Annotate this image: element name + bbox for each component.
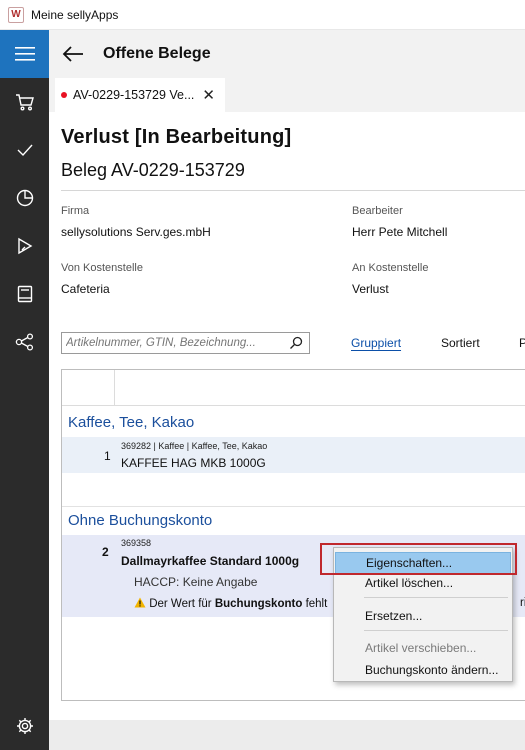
row-article-name: KAFFEE HAG MKB 1000G (121, 456, 266, 470)
grid-header (62, 370, 525, 406)
group-title: Kaffee, Tee, Kakao (68, 414, 195, 431)
haccp-label: HACCP: (134, 575, 180, 589)
document-tab-label: AV-0229-153729 Ve... (73, 88, 195, 102)
haccp-value: Keine Angabe (182, 575, 258, 589)
row-article-name: Dallmayrkaffee Standard 1000g (121, 554, 300, 568)
menu-item-ersetzen[interactable]: Ersetzen... (335, 605, 511, 627)
page-header: Offene Belege (49, 30, 525, 78)
cart-icon (15, 94, 34, 111)
document-tab[interactable]: AV-0229-153729 Ve... ✕ (55, 78, 225, 112)
warning-icon (134, 597, 146, 608)
row-meta: 369282 | Kaffee | Kaffee, Tee, Kakao (121, 441, 268, 451)
von-kostenstelle-value: Cafeteria (61, 282, 110, 296)
warning-field: Buchungskonto (214, 598, 303, 610)
table-row[interactable]: 1 369282 | Kaffee | Kaffee, Tee, Kakao K… (62, 437, 525, 473)
firma-label: Firma (61, 205, 90, 217)
hamburger-icon (14, 47, 35, 61)
menu-separator (364, 597, 508, 598)
group-title: Ohne Buchungskonto (68, 512, 213, 529)
sidebar-item-check[interactable] (0, 126, 49, 174)
book-icon (17, 285, 32, 303)
search-icon[interactable] (289, 336, 303, 350)
hamburger-menu-button[interactable] (0, 30, 49, 78)
window-title: Meine sellyApps (31, 7, 119, 22)
menu-item-artikel-loeschen[interactable]: Artikel löschen... (335, 572, 511, 594)
column-separator (114, 370, 115, 406)
bottom-bar (49, 720, 525, 750)
search-input[interactable] (66, 337, 286, 349)
highlight-box (320, 543, 517, 575)
share-nodes-icon (15, 333, 33, 351)
gear-icon (16, 718, 33, 734)
document-heading: Verlust [In Bearbeitung] (61, 126, 292, 148)
warning-prefix: Der Wert für (149, 598, 212, 610)
an-kostenstelle-label: An Kostenstelle (352, 262, 429, 274)
sidebar-item-edit[interactable] (0, 222, 49, 270)
menu-item-buchungskonto-aendern[interactable]: Buchungskonto ändern... (335, 659, 511, 681)
document-tabstrip: AV-0229-153729 Ve... ✕ (49, 78, 525, 112)
sidebar-item-settings[interactable] (0, 702, 49, 750)
warning-line: Der Wert für Buchungskonto fehlt rig (134, 597, 525, 610)
row-number: 2 (102, 545, 109, 559)
w-app-icon: W (8, 6, 24, 23)
search-box (61, 332, 310, 354)
sidebar-item-share[interactable] (0, 318, 49, 366)
page-title: Offene Belege (103, 45, 211, 62)
pen-play-icon (17, 237, 32, 255)
an-kostenstelle-value: Verlust (352, 282, 389, 296)
sidebar-item-book[interactable] (0, 270, 49, 318)
warning-truncated: rig (520, 597, 525, 609)
group-spacer (62, 473, 525, 507)
document-subheading: Beleg AV-0229-153729 (61, 160, 245, 180)
sidebar (0, 30, 49, 750)
warning-suffix: fehlt (305, 598, 328, 610)
row-meta: 369358 (121, 538, 152, 548)
tab-sortiert[interactable]: Sortiert (441, 336, 480, 350)
von-kostenstelle-label: Von Kostenstelle (61, 262, 143, 274)
tab-p[interactable]: P (519, 336, 525, 350)
sidebar-item-cart[interactable] (0, 78, 49, 126)
window-titlebar: W Meine sellyApps (0, 0, 525, 30)
bearbeiter-label: Bearbeiter (352, 205, 403, 217)
bearbeiter-value: Herr Pete Mitchell (352, 225, 448, 239)
divider (61, 190, 525, 191)
unsaved-dot-icon (61, 92, 67, 98)
haccp-line: HACCP: Keine Angabe (134, 575, 257, 589)
firma-value: sellysolutions Serv.ges.mbH (61, 225, 211, 239)
back-button[interactable] (49, 30, 97, 78)
tab-gruppiert[interactable]: Gruppiert (351, 336, 401, 350)
close-icon[interactable]: ✕ (202, 86, 215, 104)
checkmark-icon (17, 144, 33, 157)
row-number: 1 (104, 449, 111, 463)
menu-item-artikel-verschieben: Artikel verschieben... (365, 641, 477, 655)
pie-chart-icon (16, 189, 33, 207)
back-arrow-icon (62, 46, 83, 62)
sidebar-item-reports[interactable] (0, 174, 49, 222)
menu-separator (364, 630, 508, 631)
